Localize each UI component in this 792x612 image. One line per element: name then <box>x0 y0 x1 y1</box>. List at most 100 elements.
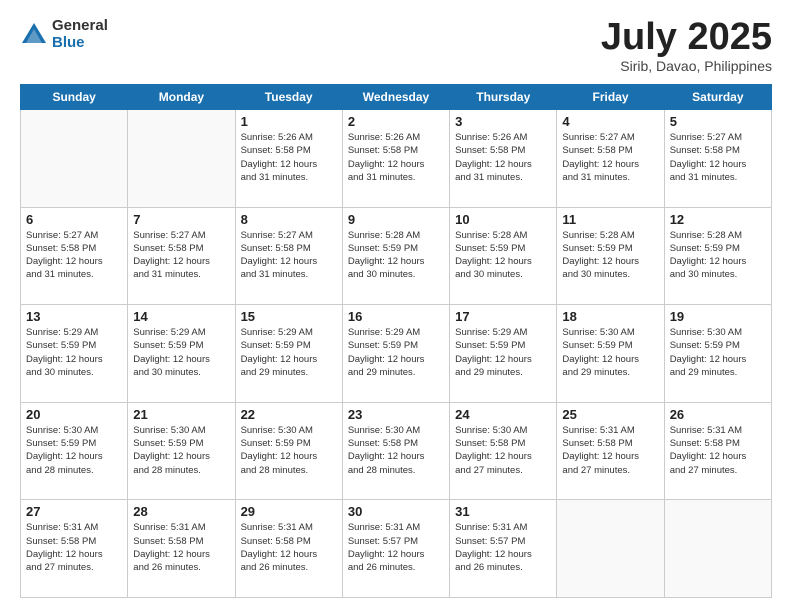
cell-content: Sunrise: 5:26 AM Sunset: 5:58 PM Dayligh… <box>455 131 551 184</box>
day-number: 27 <box>26 504 122 519</box>
day-of-week-header: Thursday <box>450 85 557 110</box>
cell-content: Sunrise: 5:30 AM Sunset: 5:58 PM Dayligh… <box>455 424 551 477</box>
day-of-week-header: Monday <box>128 85 235 110</box>
page: General Blue July 2025 Sirib, Davao, Phi… <box>0 0 792 612</box>
cell-content: Sunrise: 5:31 AM Sunset: 5:57 PM Dayligh… <box>348 521 444 574</box>
calendar-cell: 31 Sunrise: 5:31 AM Sunset: 5:57 PM Dayli… <box>450 500 557 598</box>
location: Sirib, Davao, Philippines <box>601 58 772 74</box>
logo-general-label: General <box>52 18 108 35</box>
calendar-cell: 16Sunrise: 5:29 AM Sunset: 5:59 PM Dayli… <box>342 305 449 403</box>
calendar-week-row: 1 Sunrise: 5:26 AM Sunset: 5:58 PM Daylig… <box>21 110 772 208</box>
day-number: 25 <box>562 407 658 422</box>
cell-content: Sunrise: 5:31 AM Sunset: 5:57 PM Dayligh… <box>455 521 551 574</box>
month-title: July 2025 <box>601 18 772 56</box>
logo-blue-label: Blue <box>52 35 108 52</box>
calendar-cell <box>664 500 771 598</box>
calendar-cell: 14 Sunrise: 5:29 AM Sunset: 5:59 PM Dayli… <box>128 305 235 403</box>
cell-content: Sunrise: 5:31 AM Sunset: 5:58 PM Dayligh… <box>26 521 122 574</box>
day-number: 13 <box>26 309 122 324</box>
cell-content: Sunrise: 5:30 AM Sunset: 5:59 PM Dayligh… <box>670 326 766 379</box>
header: General Blue July 2025 Sirib, Davao, Phi… <box>20 18 772 74</box>
calendar-cell: 24 Sunrise: 5:30 AM Sunset: 5:58 PM Dayli… <box>450 402 557 500</box>
calendar-cell: 22 Sunrise: 5:30 AM Sunset: 5:59 PM Dayli… <box>235 402 342 500</box>
day-number: 12 <box>670 212 766 227</box>
calendar-cell: 11 Sunrise: 5:28 AM Sunset: 5:59 PM Dayli… <box>557 207 664 305</box>
day-of-week-header: Tuesday <box>235 85 342 110</box>
day-number: 10 <box>455 212 551 227</box>
day-of-week-header: Friday <box>557 85 664 110</box>
cell-content: Sunrise: 5:27 AM Sunset: 5:58 PM Dayligh… <box>562 131 658 184</box>
calendar-week-row: 13 Sunrise: 5:29 AM Sunset: 5:59 PM Dayli… <box>21 305 772 403</box>
calendar-cell: 29 Sunrise: 5:31 AM Sunset: 5:58 PM Dayli… <box>235 500 342 598</box>
calendar-cell: 9Sunrise: 5:28 AM Sunset: 5:59 PM Daylig… <box>342 207 449 305</box>
calendar-cell: 28 Sunrise: 5:31 AM Sunset: 5:58 PM Dayli… <box>128 500 235 598</box>
day-number: 29 <box>241 504 337 519</box>
calendar-cell: 3 Sunrise: 5:26 AM Sunset: 5:58 PM Daylig… <box>450 110 557 208</box>
day-number: 20 <box>26 407 122 422</box>
cell-content: Sunrise: 5:29 AM Sunset: 5:59 PM Dayligh… <box>26 326 122 379</box>
calendar-cell: 17Sunrise: 5:29 AM Sunset: 5:59 PM Dayli… <box>450 305 557 403</box>
calendar-cell: 10 Sunrise: 5:28 AM Sunset: 5:59 PM Dayli… <box>450 207 557 305</box>
day-number: 3 <box>455 114 551 129</box>
cell-content: Sunrise: 5:30 AM Sunset: 5:58 PM Dayligh… <box>348 424 444 477</box>
day-number: 22 <box>241 407 337 422</box>
calendar-cell: 25 Sunrise: 5:31 AM Sunset: 5:58 PM Dayli… <box>557 402 664 500</box>
calendar-cell: 5 Sunrise: 5:27 AM Sunset: 5:58 PM Daylig… <box>664 110 771 208</box>
day-number: 5 <box>670 114 766 129</box>
calendar-cell: 4 Sunrise: 5:27 AM Sunset: 5:58 PM Daylig… <box>557 110 664 208</box>
day-number: 8 <box>241 212 337 227</box>
cell-content: Sunrise: 5:28 AM Sunset: 5:59 PM Dayligh… <box>670 229 766 282</box>
calendar-week-row: 6Sunrise: 5:27 AM Sunset: 5:58 PM Daylig… <box>21 207 772 305</box>
calendar-cell: 27 Sunrise: 5:31 AM Sunset: 5:58 PM Dayli… <box>21 500 128 598</box>
day-number: 4 <box>562 114 658 129</box>
calendar-cell <box>21 110 128 208</box>
calendar-cell <box>128 110 235 208</box>
day-number: 28 <box>133 504 229 519</box>
calendar-cell: 23Sunrise: 5:30 AM Sunset: 5:58 PM Dayli… <box>342 402 449 500</box>
calendar-cell: 19 Sunrise: 5:30 AM Sunset: 5:59 PM Dayli… <box>664 305 771 403</box>
calendar-cell: 1Sunrise: 5:26 AM Sunset: 5:58 PM Daylig… <box>235 110 342 208</box>
day-number: 1 <box>241 114 337 129</box>
cell-content: Sunrise: 5:26 AM Sunset: 5:58 PM Dayligh… <box>348 131 444 184</box>
cell-content: Sunrise: 5:30 AM Sunset: 5:59 PM Dayligh… <box>241 424 337 477</box>
cell-content: Sunrise: 5:27 AM Sunset: 5:58 PM Dayligh… <box>670 131 766 184</box>
day-of-week-header: Saturday <box>664 85 771 110</box>
cell-content: Sunrise: 5:28 AM Sunset: 5:59 PM Dayligh… <box>562 229 658 282</box>
cell-content: Sunrise: 5:31 AM Sunset: 5:58 PM Dayligh… <box>670 424 766 477</box>
cell-content: Sunrise: 5:29 AM Sunset: 5:59 PM Dayligh… <box>133 326 229 379</box>
calendar-cell <box>557 500 664 598</box>
cell-content: Sunrise: 5:30 AM Sunset: 5:59 PM Dayligh… <box>26 424 122 477</box>
calendar-cell: 30Sunrise: 5:31 AM Sunset: 5:57 PM Dayli… <box>342 500 449 598</box>
cell-content: Sunrise: 5:30 AM Sunset: 5:59 PM Dayligh… <box>562 326 658 379</box>
calendar-cell: 20 Sunrise: 5:30 AM Sunset: 5:59 PM Dayli… <box>21 402 128 500</box>
calendar-cell: 12 Sunrise: 5:28 AM Sunset: 5:59 PM Dayli… <box>664 207 771 305</box>
day-number: 14 <box>133 309 229 324</box>
cell-content: Sunrise: 5:31 AM Sunset: 5:58 PM Dayligh… <box>562 424 658 477</box>
calendar-cell: 13 Sunrise: 5:29 AM Sunset: 5:59 PM Dayli… <box>21 305 128 403</box>
day-of-week-header: Wednesday <box>342 85 449 110</box>
day-number: 31 <box>455 504 551 519</box>
cell-content: Sunrise: 5:27 AM Sunset: 5:58 PM Dayligh… <box>133 229 229 282</box>
day-number: 24 <box>455 407 551 422</box>
cell-content: Sunrise: 5:31 AM Sunset: 5:58 PM Dayligh… <box>133 521 229 574</box>
cell-content: Sunrise: 5:31 AM Sunset: 5:58 PM Dayligh… <box>241 521 337 574</box>
logo: General Blue <box>20 18 108 51</box>
cell-content: Sunrise: 5:29 AM Sunset: 5:59 PM Dayligh… <box>455 326 551 379</box>
cell-content: Sunrise: 5:28 AM Sunset: 5:59 PM Dayligh… <box>455 229 551 282</box>
calendar-cell: 6Sunrise: 5:27 AM Sunset: 5:58 PM Daylig… <box>21 207 128 305</box>
calendar: SundayMondayTuesdayWednesdayThursdayFrid… <box>20 84 772 598</box>
cell-content: Sunrise: 5:29 AM Sunset: 5:59 PM Dayligh… <box>241 326 337 379</box>
day-number: 11 <box>562 212 658 227</box>
calendar-cell: 15Sunrise: 5:29 AM Sunset: 5:59 PM Dayli… <box>235 305 342 403</box>
calendar-cell: 18 Sunrise: 5:30 AM Sunset: 5:59 PM Dayli… <box>557 305 664 403</box>
calendar-week-row: 27 Sunrise: 5:31 AM Sunset: 5:58 PM Dayli… <box>21 500 772 598</box>
day-number: 19 <box>670 309 766 324</box>
day-number: 18 <box>562 309 658 324</box>
day-number: 26 <box>670 407 766 422</box>
day-number: 2 <box>348 114 444 129</box>
logo-text: General Blue <box>52 18 108 51</box>
day-number: 9 <box>348 212 444 227</box>
calendar-header-row: SundayMondayTuesdayWednesdayThursdayFrid… <box>21 85 772 110</box>
calendar-week-row: 20 Sunrise: 5:30 AM Sunset: 5:59 PM Dayli… <box>21 402 772 500</box>
calendar-cell: 26 Sunrise: 5:31 AM Sunset: 5:58 PM Dayli… <box>664 402 771 500</box>
